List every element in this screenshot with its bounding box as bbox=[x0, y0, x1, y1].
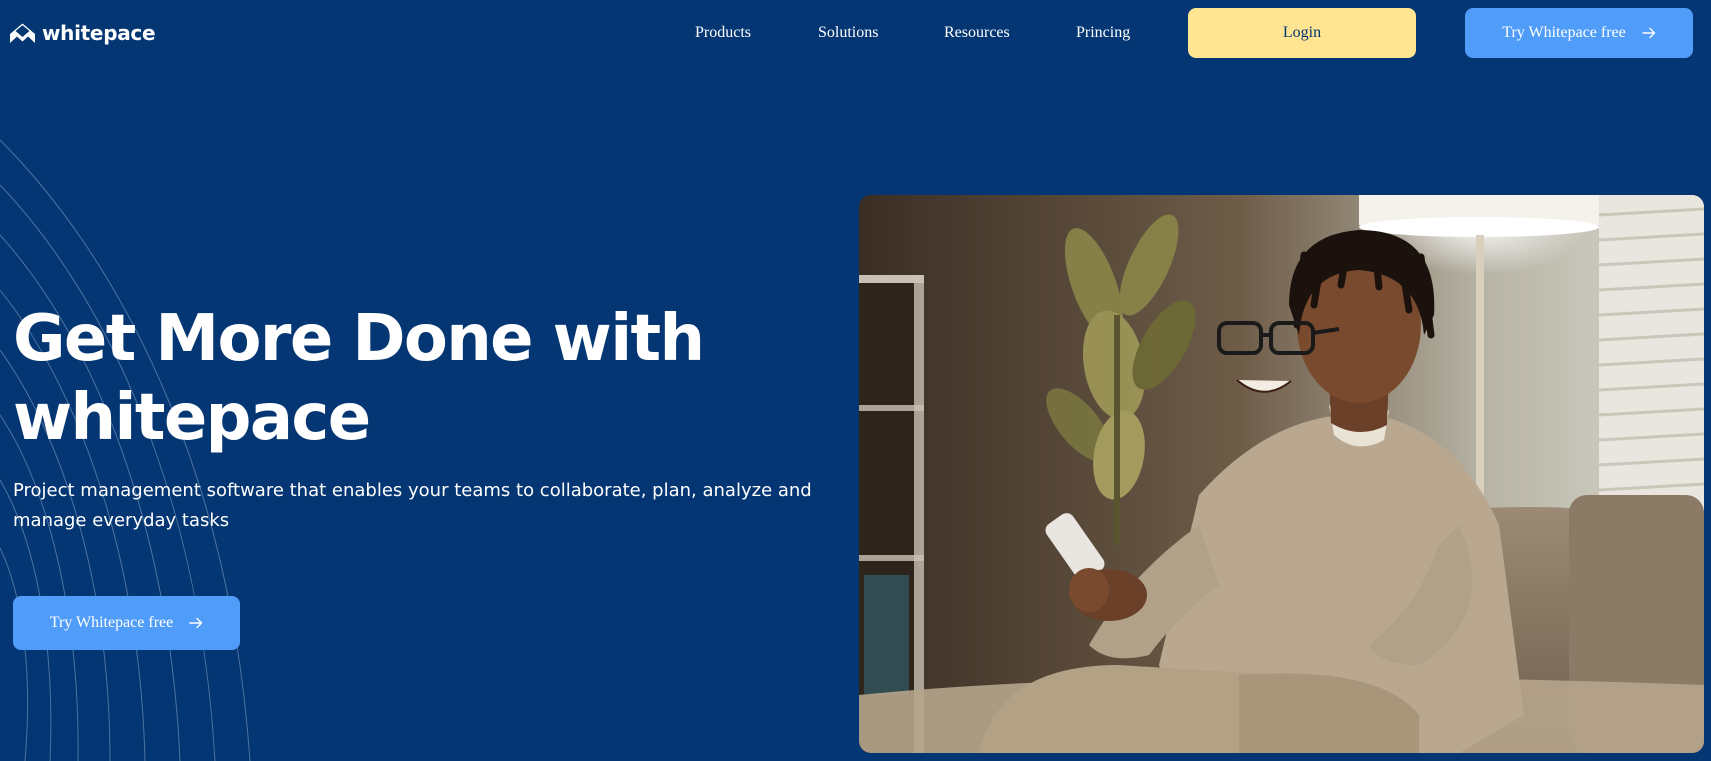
hero-title-line-1: Get More Done with bbox=[13, 302, 705, 376]
try-free-hero-button[interactable]: Try Whitepace free bbox=[13, 596, 240, 650]
nav-item-pricing[interactable]: Princing bbox=[1076, 22, 1130, 44]
nav-item-resources[interactable]: Resources bbox=[944, 22, 1010, 44]
login-button[interactable]: Login bbox=[1188, 8, 1416, 58]
hero-subtitle: Project management software that enables… bbox=[13, 480, 812, 531]
nav-item-solutions[interactable]: Solutions bbox=[818, 22, 878, 44]
smiling-man-with-phone-photo bbox=[859, 195, 1704, 753]
try-free-header-label: Try Whitepace free bbox=[1502, 24, 1626, 41]
hero-title-line-2: whitepace bbox=[13, 381, 371, 455]
try-free-header-button[interactable]: Try Whitepace free bbox=[1465, 8, 1693, 58]
arrow-right-icon bbox=[189, 617, 203, 629]
whitepace-logo-icon bbox=[10, 23, 35, 43]
arrow-right-icon bbox=[1642, 27, 1655, 39]
try-free-hero-label: Try Whitepace free bbox=[49, 614, 174, 631]
hero-title: Get More Done with whitepace bbox=[13, 300, 813, 458]
login-button-label: Login bbox=[1282, 24, 1322, 41]
top-navigation-bar: whitepace Products Solutions Resources P… bbox=[0, 0, 1711, 66]
brand-logo[interactable]: whitepace bbox=[9, 20, 156, 46]
brand-name: whitepace bbox=[42, 21, 156, 45]
nav-item-products[interactable]: Products bbox=[695, 22, 751, 44]
hero-photo bbox=[859, 195, 1704, 753]
